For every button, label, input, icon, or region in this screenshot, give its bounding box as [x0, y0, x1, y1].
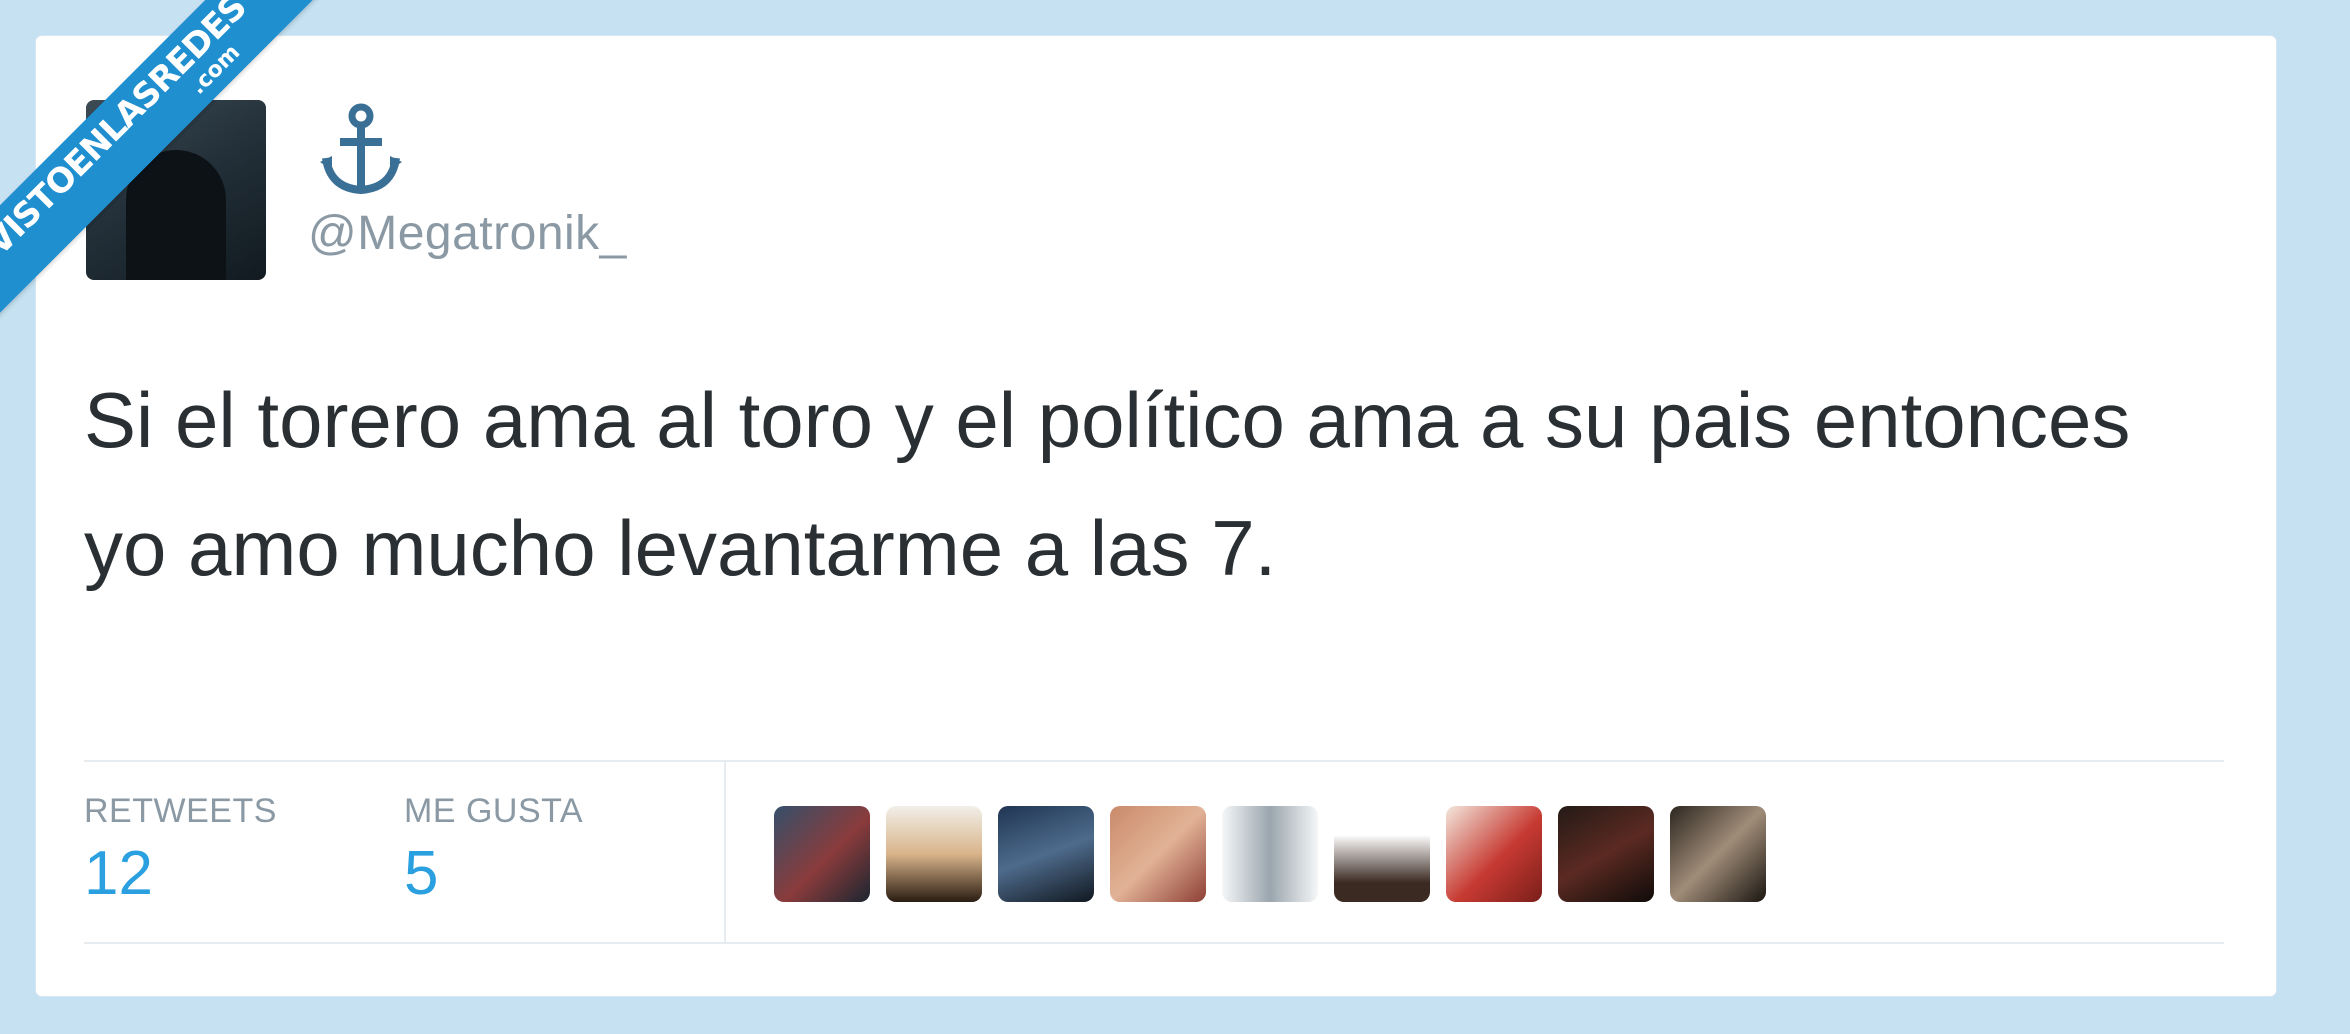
retweets-stat[interactable]: RETWEETS 12 — [84, 792, 277, 905]
user-handle[interactable]: @Megatronik_ — [308, 206, 627, 261]
liker-avatar[interactable] — [1110, 806, 1206, 902]
liker-avatar[interactable] — [1334, 806, 1430, 902]
liker-avatar[interactable] — [1446, 806, 1542, 902]
liker-avatar[interactable] — [1558, 806, 1654, 902]
liker-avatar[interactable] — [1670, 806, 1766, 902]
stats-divider-vertical — [724, 762, 726, 942]
anchor-icon — [320, 103, 402, 195]
stats-divider-bottom — [84, 942, 2224, 944]
retweets-count: 12 — [84, 839, 153, 908]
retweets-label: RETWEETS — [84, 792, 277, 830]
liker-avatar[interactable] — [1222, 806, 1318, 902]
liker-avatar[interactable] — [998, 806, 1094, 902]
likes-count: 5 — [404, 839, 439, 908]
display-name[interactable] — [316, 100, 406, 200]
stats-divider-top — [84, 760, 2224, 762]
liker-avatar[interactable] — [774, 806, 870, 902]
likes-stat[interactable]: ME GUSTA 5 — [404, 792, 583, 905]
tweet-card: @Megatronik_ Si el torero ama al toro y … — [36, 36, 2276, 996]
tweet-text: Si el torero ama al toro y el político a… — [84, 376, 2131, 592]
liker-avatar[interactable] — [886, 806, 982, 902]
likes-label: ME GUSTA — [404, 792, 584, 830]
